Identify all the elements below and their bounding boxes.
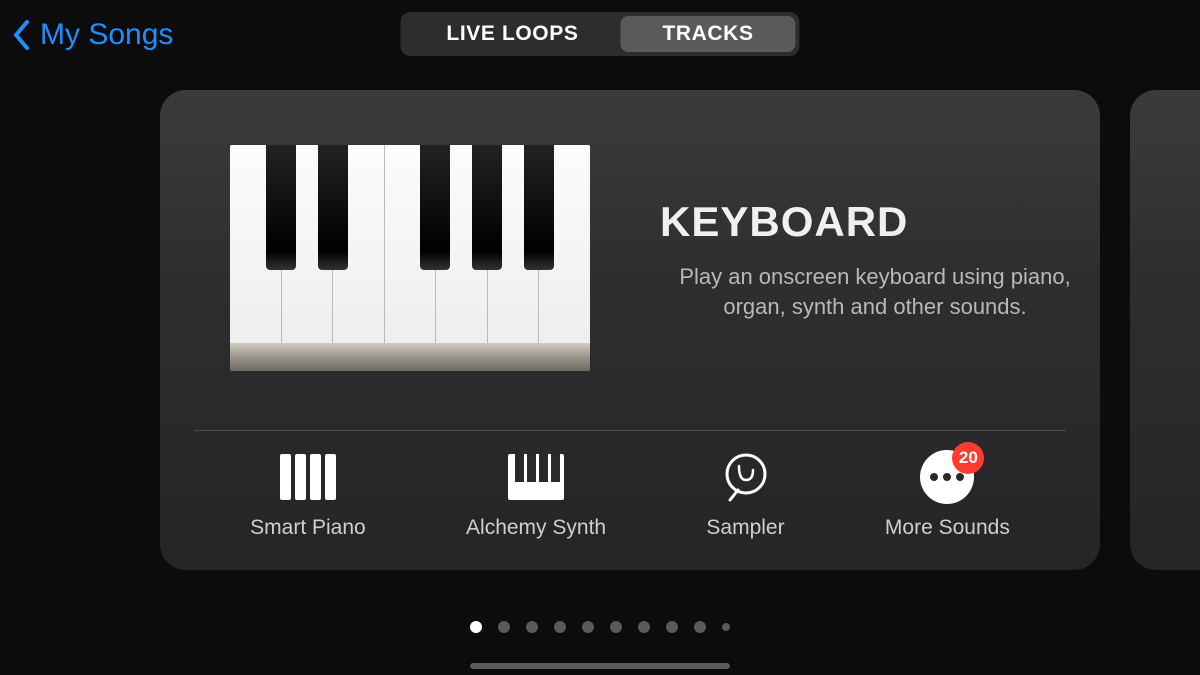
page-dot[interactable] — [694, 621, 706, 633]
home-indicator[interactable] — [470, 663, 730, 669]
option-sampler[interactable]: Sampler — [706, 450, 784, 540]
divider — [194, 430, 1066, 431]
keyboard-illustration — [230, 145, 590, 375]
instrument-options: Smart Piano Alchemy Synth Sampler — [160, 450, 1100, 540]
instrument-description: Play an onscreen keyboard using piano, o… — [660, 262, 1090, 321]
page-dot[interactable] — [526, 621, 538, 633]
option-label: Sampler — [706, 516, 784, 540]
pagination-dots[interactable] — [470, 621, 730, 633]
page-dot[interactable] — [610, 621, 622, 633]
option-label: Alchemy Synth — [466, 516, 606, 540]
alchemy-synth-icon — [498, 450, 574, 504]
page-dot[interactable] — [498, 621, 510, 633]
option-smart-piano[interactable]: Smart Piano — [250, 450, 366, 540]
back-button[interactable]: My Songs — [12, 18, 173, 52]
page-dot[interactable] — [722, 623, 730, 631]
option-alchemy-synth[interactable]: Alchemy Synth — [466, 450, 606, 540]
more-sounds-badge: 20 — [952, 442, 984, 474]
option-label: More Sounds — [885, 516, 1010, 540]
chevron-left-icon — [12, 20, 30, 50]
carousel-card-next[interactable] — [1130, 90, 1200, 570]
mode-segmented-control: LIVE LOOPS TRACKS — [400, 12, 799, 56]
page-dot[interactable] — [582, 621, 594, 633]
instrument-title: KEYBOARD — [660, 198, 1090, 246]
smart-piano-icon — [270, 450, 346, 504]
segment-live-loops[interactable]: LIVE LOOPS — [404, 16, 620, 52]
option-label: Smart Piano — [250, 516, 366, 540]
segment-tracks[interactable]: TRACKS — [620, 16, 795, 52]
option-more-sounds[interactable]: 20 More Sounds — [885, 450, 1010, 540]
sampler-icon — [708, 450, 784, 504]
page-dot[interactable] — [638, 621, 650, 633]
back-label: My Songs — [40, 18, 173, 52]
page-dot[interactable] — [554, 621, 566, 633]
page-dot[interactable] — [666, 621, 678, 633]
carousel-card-keyboard[interactable]: KEYBOARD Play an onscreen keyboard using… — [160, 90, 1100, 570]
instrument-carousel[interactable]: KEYBOARD Play an onscreen keyboard using… — [0, 90, 1200, 590]
page-dot[interactable] — [470, 621, 482, 633]
more-sounds-icon: 20 — [909, 450, 985, 504]
